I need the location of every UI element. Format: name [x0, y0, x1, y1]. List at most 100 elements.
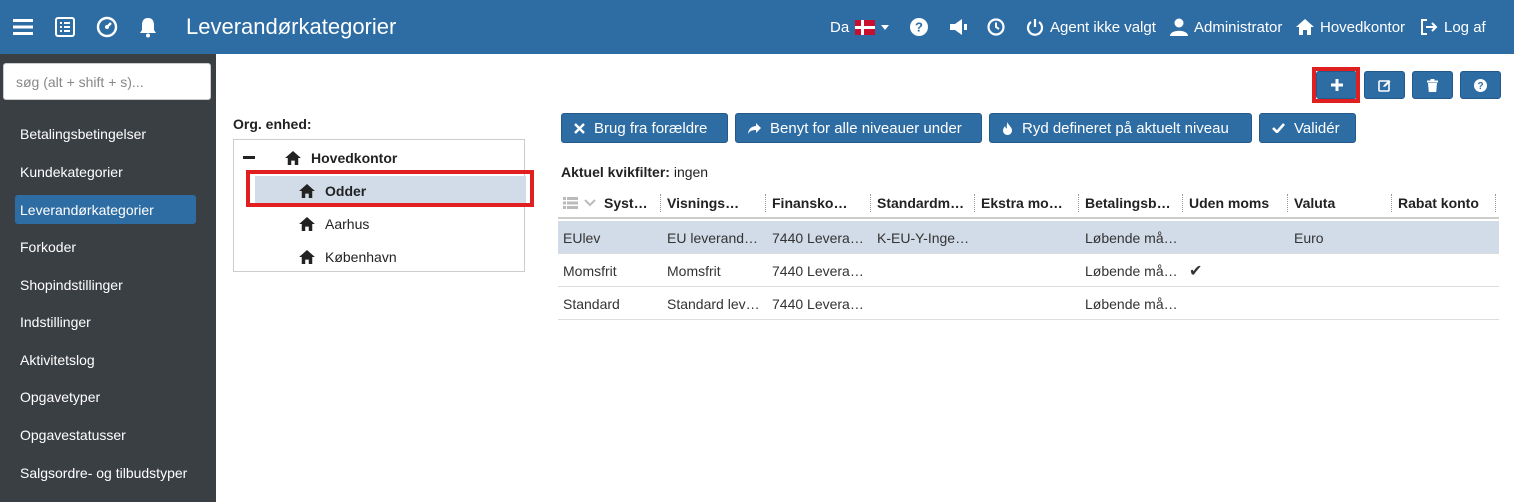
agent-label: Agent ikke valgt	[1050, 18, 1156, 36]
home-icon	[299, 250, 315, 264]
cell-system: Standard	[563, 295, 620, 312]
grid-menu-icon[interactable]	[563, 196, 578, 209]
sidebar-item-opgavetyper[interactable]: Opgavetyper	[15, 382, 196, 411]
fire-icon	[1003, 121, 1012, 135]
user-menu[interactable]: Administrator	[1170, 0, 1282, 54]
close-icon	[574, 122, 585, 134]
office-menu[interactable]: Hovedkontor	[1296, 0, 1405, 54]
logout-button[interactable]: Log af	[1420, 0, 1486, 54]
quick-filter-label: Aktuel kvikfilter:	[561, 164, 670, 180]
column-label: Syst…	[604, 194, 648, 211]
hamburger-menu-icon[interactable]	[13, 0, 33, 54]
cell-valuta	[1289, 287, 1391, 320]
sidebar-item-forkoder[interactable]: Forkoder	[15, 232, 196, 261]
column-header-finanskonto[interactable]: Finansko…	[767, 186, 869, 219]
column-header-ekstra-moms[interactable]: Ekstra mo…	[976, 186, 1078, 219]
user-label: Administrator	[1194, 18, 1283, 36]
tree-node-label: Aarhus	[325, 216, 370, 232]
table-row[interactable]: Momsfrit Momsfrit 7440 Levera… Løbende m…	[558, 254, 1499, 287]
cell-betalingsbetingelse: Løbende må…	[1085, 229, 1178, 246]
sidebar-item-betalingsbetingelser[interactable]: Betalingsbetingelser	[15, 119, 196, 148]
tree-node-aarhus[interactable]: Aarhus	[299, 210, 369, 238]
share-icon	[748, 122, 761, 134]
user-icon	[1170, 18, 1188, 36]
search-input[interactable]	[3, 63, 211, 100]
button-label: Ryd defineret på aktuelt niveau	[1022, 119, 1229, 137]
office-label: Hovedkontor	[1320, 18, 1406, 36]
home-icon	[299, 217, 315, 231]
cell-ekstra-moms	[976, 287, 1078, 320]
cell-rabat-konto	[1393, 287, 1495, 320]
table-row[interactable]: Standard Standard lev… 7440 Levera… Løbe…	[558, 287, 1499, 320]
help-icon[interactable]: ?	[910, 0, 928, 54]
column-header-visning[interactable]: Visnings…	[662, 186, 764, 219]
megaphone-icon[interactable]	[949, 0, 969, 54]
tree-node-kobenhavn[interactable]: København	[299, 243, 397, 271]
help-icon: ?	[1474, 78, 1487, 92]
cell-ekstra-moms	[976, 254, 1078, 287]
svg-text:?: ?	[915, 20, 923, 35]
cell-standardmoms	[872, 287, 974, 320]
column-header-standardmoms[interactable]: Standardm…	[872, 186, 974, 219]
tree-node-label: Hovedkontor	[311, 150, 398, 166]
quick-filter-value: ingen	[673, 164, 709, 180]
sidebar-item-kundekategorier[interactable]: Kundekategorier	[15, 157, 196, 186]
clock-icon[interactable]	[987, 0, 1005, 54]
grid-header: Syst… Visnings… Finansko… Standardm… Eks…	[558, 186, 1499, 219]
cell-visning: EU leverand…	[667, 229, 759, 246]
home-icon	[285, 151, 301, 165]
cell-betalingsbetingelse: Løbende må…	[1085, 295, 1178, 312]
column-header-uden-moms[interactable]: Uden moms	[1184, 186, 1286, 219]
check-icon	[1272, 123, 1285, 133]
sidebar-item-shopindstillinger[interactable]: Shopindstillinger	[15, 270, 196, 299]
highlight-box-add	[1312, 67, 1360, 103]
home-icon	[1296, 19, 1314, 35]
cell-standardmoms	[872, 254, 974, 287]
apply-below-button[interactable]: Benyt for alle niveauer under	[735, 113, 982, 143]
quick-filter: Aktuel kvikfilter: ingen	[561, 164, 708, 180]
agent-status[interactable]: Agent ikke valgt	[1026, 0, 1156, 54]
bell-icon[interactable]	[138, 0, 158, 54]
validate-button[interactable]: Validér	[1259, 113, 1356, 143]
sidebar-item-indstillinger[interactable]: Indstillinger	[15, 307, 196, 336]
list-icon[interactable]	[55, 0, 75, 54]
button-label: Validér	[1294, 119, 1340, 137]
dashboard-icon[interactable]	[96, 0, 118, 54]
clear-level-button[interactable]: Ryd defineret på aktuelt niveau	[989, 113, 1252, 143]
use-parent-button[interactable]: Brug fra forældre	[561, 113, 728, 143]
cell-visning: Standard lev…	[667, 295, 760, 312]
sidebar-item-salgsordretyper[interactable]: Salgsordre- og tilbudstyper	[15, 458, 196, 487]
chevron-down-icon[interactable]	[584, 198, 596, 207]
sidebar-item-opgavestatusser[interactable]: Opgavestatusser	[15, 420, 196, 449]
column-header-rabat-konto[interactable]: Rabat konto	[1393, 186, 1498, 219]
tree-node-hovedkontor[interactable]: Hovedkontor	[243, 144, 397, 172]
collapse-icon[interactable]	[243, 156, 255, 160]
column-header-betalingsbetingelse[interactable]: Betalingsb…	[1080, 186, 1182, 219]
cell-valuta: Euro	[1294, 229, 1324, 246]
button-label: Benyt for alle niveauer under	[770, 119, 962, 137]
cell-betalingsbetingelse: Løbende må…	[1085, 262, 1178, 279]
edit-button[interactable]	[1364, 71, 1405, 99]
top-bar: Leverandørkategorier Da ? Agent ikke val…	[0, 0, 1514, 54]
cell-valuta	[1289, 254, 1391, 287]
edit-icon	[1378, 79, 1391, 92]
logout-icon	[1421, 19, 1438, 35]
sidebar-item-aktivitetslog[interactable]: Aktivitetslog	[15, 345, 196, 374]
logout-label: Log af	[1444, 18, 1486, 36]
highlight-box-odder	[246, 170, 534, 207]
table-row[interactable]: EUlev EU leverand… 7440 Levera… K-EU-Y-I…	[558, 221, 1499, 254]
column-header-system[interactable]: Syst…	[558, 186, 660, 219]
cell-visning: Momsfrit	[667, 262, 721, 279]
help-button[interactable]: ?	[1460, 71, 1501, 99]
trash-icon	[1427, 78, 1438, 92]
cell-finanskonto: 7440 Levera…	[772, 262, 864, 279]
sidebar-item-leverandorkategorier[interactable]: Leverandørkategorier	[15, 195, 196, 224]
cell-rabat-konto	[1393, 221, 1495, 254]
checkmark-icon: ✔	[1189, 262, 1203, 280]
delete-button[interactable]	[1412, 71, 1453, 99]
tree-node-label: København	[325, 249, 397, 265]
sidebar: Betalingsbetingelser Kundekategorier Lev…	[0, 54, 216, 502]
language-selector[interactable]: Da	[830, 0, 890, 54]
column-header-valuta[interactable]: Valuta	[1289, 186, 1391, 219]
cell-ekstra-moms	[976, 221, 1078, 254]
